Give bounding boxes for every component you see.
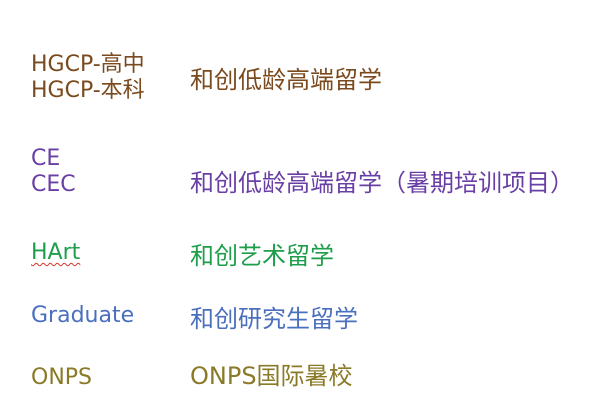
program-code-line: HArt [31,240,81,265]
program-code-line: HGCP-本科 [31,78,145,103]
program-code: Graduate [31,303,134,329]
program-description: 和创艺术留学 [190,242,334,270]
program-code: HArt [31,240,80,266]
program-description: 和创研究生留学 [190,305,358,333]
program-code: CE CEC [31,146,76,198]
program-code-line: Graduate [31,303,135,328]
program-description: ONPS国际暑校 [190,362,353,390]
program-description: 和创低龄高端留学 [190,66,382,94]
program-code-line: ONPS [31,365,93,390]
program-code-line: CEC [31,172,76,197]
program-code: ONPS [31,365,92,391]
program-code: HGCP-高中 HGCP-本科 [31,52,145,104]
program-code-line: CE [31,146,61,171]
program-code-line: HGCP-高中 [31,52,145,77]
program-description: 和创低龄高端留学（暑期培训项目） [190,169,574,197]
